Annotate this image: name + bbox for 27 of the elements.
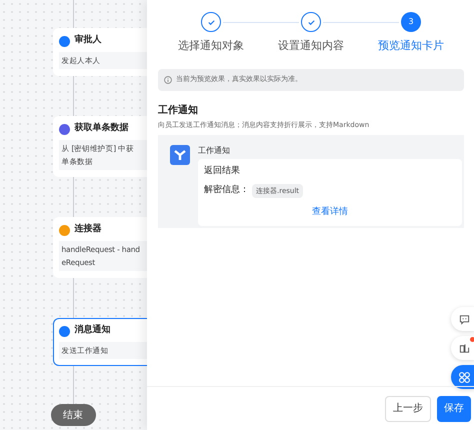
step-label: 选择通知对象 <box>178 38 244 54</box>
check-icon <box>306 18 316 26</box>
float-apps-button[interactable] <box>451 365 474 389</box>
step-indicator[interactable]: 3 <box>401 12 421 32</box>
view-details-link[interactable]: 查看详情 <box>312 206 348 220</box>
node-title: 审批人 <box>74 34 102 48</box>
end-node: 结束 <box>50 404 96 426</box>
node-title: 获取单条数据 <box>74 122 128 136</box>
apps-icon <box>458 370 471 384</box>
section-title: 工作通知 <box>158 104 199 118</box>
message-heading: 返回结果 <box>204 165 241 178</box>
save-button[interactable]: 保存 <box>437 396 471 422</box>
app-logo-icon <box>170 145 190 165</box>
check-icon <box>206 18 216 26</box>
node-title: 连接器 <box>74 223 102 236</box>
field-label: 解密信息： <box>204 184 249 197</box>
float-book-button[interactable] <box>451 336 474 360</box>
node-title: 消息通知 <box>74 324 110 338</box>
step-indicator[interactable] <box>201 12 221 32</box>
info-icon <box>164 76 172 84</box>
back-button[interactable]: 上一步 <box>385 396 431 422</box>
step-label: 设置通知内容 <box>278 38 344 54</box>
step-indicator[interactable] <box>301 12 321 32</box>
app-name: 工作通知 <box>198 145 231 157</box>
float-chat-button[interactable] <box>451 307 474 331</box>
step-label: 预览通知卡片 <box>378 38 444 54</box>
chat-icon <box>459 314 470 324</box>
